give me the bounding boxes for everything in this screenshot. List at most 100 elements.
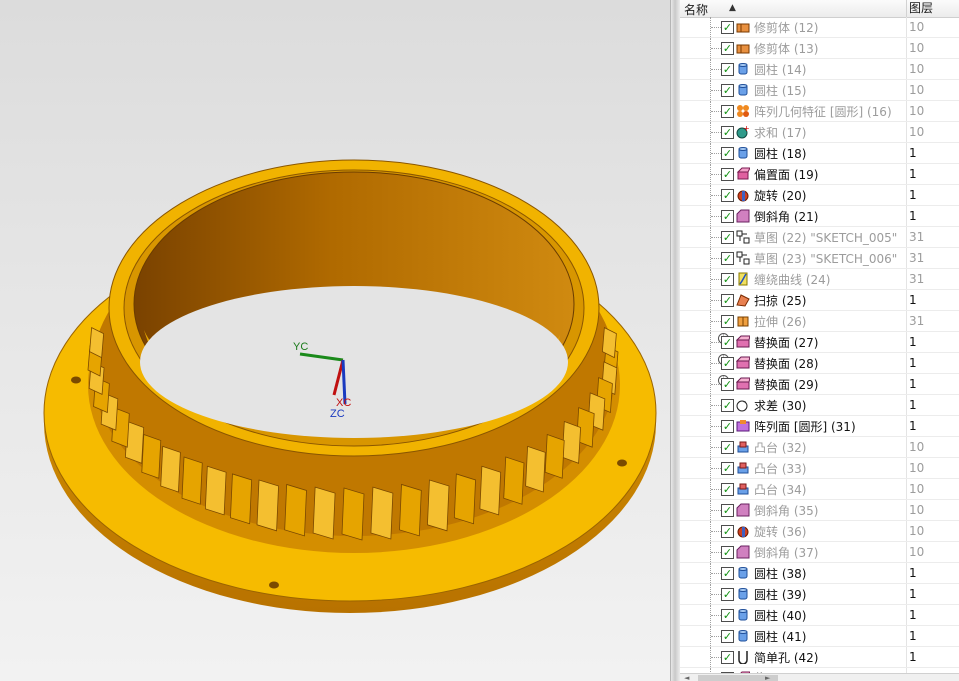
visibility-checkbox[interactable]: ✓ <box>721 273 734 286</box>
feature-layer: 10 <box>906 500 924 520</box>
visibility-checkbox[interactable]: ✓ <box>721 378 734 391</box>
feature-row[interactable]: ✓ 圆柱 (40) 1 <box>680 605 959 626</box>
gear-tooth <box>230 473 253 525</box>
feature-row[interactable]: ✓ 倒斜角 (37) 10 <box>680 542 959 563</box>
feature-row[interactable]: ✓ 阵列面 [圆形] (31) 1 <box>680 416 959 437</box>
feature-row[interactable]: ✓ 缠绕曲线 (24) 31 <box>680 269 959 290</box>
visibility-checkbox[interactable]: ✓ <box>721 189 734 202</box>
boss-icon <box>737 483 749 495</box>
feature-row[interactable]: i✓替换面 (27)1 <box>680 332 959 353</box>
feature-row[interactable]: ✓ 圆柱 (38) 1 <box>680 563 959 584</box>
feature-layer: 10 <box>906 479 924 499</box>
feature-row[interactable]: ✓ 圆柱 (15) 10 <box>680 80 959 101</box>
visibility-checkbox[interactable]: ✓ <box>721 525 734 538</box>
visibility-checkbox[interactable]: ✓ <box>721 147 734 160</box>
visibility-checkbox[interactable]: ✓ <box>721 630 734 643</box>
visibility-checkbox[interactable]: ✓ <box>721 462 734 475</box>
feature-row[interactable]: ✓ - 求差 (30) 1 <box>680 395 959 416</box>
visibility-checkbox[interactable]: ✓ <box>721 399 734 412</box>
visibility-checkbox[interactable]: ✓ <box>721 504 734 517</box>
feature-row[interactable]: ✓ 修剪体 (12) 10 <box>680 17 959 38</box>
feature-row[interactable]: i✓替换面 (29)1 <box>680 374 959 395</box>
feature-row[interactable]: ✓ 旋转 (20) 1 <box>680 185 959 206</box>
feature-layer: 31 <box>906 227 924 247</box>
tree-connector <box>710 584 721 604</box>
feature-row[interactable]: ✓ 倒斜角 (35) 10 <box>680 500 959 521</box>
feature-layer: 1 <box>906 374 917 394</box>
tree-connector <box>710 269 721 289</box>
tree-connector <box>710 17 721 37</box>
scroll-left-icon[interactable]: ◄ <box>684 674 689 681</box>
feature-row[interactable]: i✓替换面 (28)1 <box>680 353 959 374</box>
graphics-viewport[interactable]: YC XC ZC <box>0 0 670 681</box>
visibility-checkbox[interactable]: ✓ <box>721 588 734 601</box>
visibility-checkbox[interactable]: ✓ <box>721 336 734 349</box>
feature-layer: 1 <box>906 605 917 625</box>
visibility-checkbox[interactable]: ✓ <box>721 168 734 181</box>
feature-row[interactable]: ✓ 凸台 (34) 10 <box>680 479 959 500</box>
feature-label: 圆柱 (38) <box>754 567 807 581</box>
feature-row[interactable]: ✓ 圆柱 (41) 1 <box>680 626 959 647</box>
feature-row[interactable]: ✓ 阵列几何特征 [圆形] (16) 10 <box>680 101 959 122</box>
cylinder-icon <box>738 147 748 159</box>
feature-label: 拉伸 (26) <box>754 315 807 329</box>
feature-layer: 1 <box>906 290 917 310</box>
feature-row[interactable]: ✓ 凸台 (32) 10 <box>680 437 959 458</box>
feature-layer: 31 <box>906 311 924 331</box>
feature-row[interactable]: ✓ 圆柱 (39) 1 <box>680 584 959 605</box>
column-header-layer[interactable]: 图层 <box>906 0 933 17</box>
tree-connector <box>710 185 721 205</box>
visibility-checkbox[interactable]: ✓ <box>721 21 734 34</box>
visibility-checkbox[interactable]: ✓ <box>721 420 734 433</box>
feature-row[interactable]: ✓ 拉伸 (26) 31 <box>680 311 959 332</box>
visibility-checkbox[interactable]: ✓ <box>721 231 734 244</box>
visibility-checkbox[interactable]: ✓ <box>721 84 734 97</box>
feature-row[interactable]: ✓ 圆柱 (14) 10 <box>680 59 959 80</box>
feature-layer: 10 <box>906 521 924 541</box>
feature-layer: 1 <box>906 395 917 415</box>
feature-layer: 1 <box>906 416 917 436</box>
visibility-checkbox[interactable]: ✓ <box>721 294 734 307</box>
feature-row[interactable]: ✓ 简单孔 (42) 1 <box>680 647 959 668</box>
horizontal-scrollbar[interactable]: ◄ ► <box>680 673 959 681</box>
feature-row[interactable]: ✓ 修剪体 (13) 10 <box>680 38 959 59</box>
feature-row[interactable]: ✓ 倒斜角 (21) 1 <box>680 206 959 227</box>
visibility-checkbox[interactable]: ✓ <box>721 252 734 265</box>
feature-layer: 10 <box>906 122 924 142</box>
tree-connector <box>710 437 721 457</box>
visibility-checkbox[interactable]: ✓ <box>721 42 734 55</box>
visibility-checkbox[interactable]: ✓ <box>721 441 734 454</box>
unite-icon: + <box>736 125 750 139</box>
feature-label: 阵列面 [圆形] (31) <box>754 420 856 434</box>
visibility-checkbox[interactable]: ✓ <box>721 63 734 76</box>
visibility-checkbox[interactable]: ✓ <box>721 651 734 664</box>
replace-face-icon <box>736 356 750 369</box>
feature-row[interactable]: ✓ 草图 (22) "SKETCH_005" 31 <box>680 227 959 248</box>
visibility-checkbox[interactable]: ✓ <box>721 609 734 622</box>
gear-tooth <box>544 433 565 479</box>
visibility-checkbox[interactable]: ✓ <box>721 315 734 328</box>
visibility-checkbox[interactable]: ✓ <box>721 567 734 580</box>
feature-row[interactable]: ✓ 圆柱 (18) 1 <box>680 143 959 164</box>
tree-connector <box>710 500 721 520</box>
tree-connector <box>710 206 721 226</box>
column-header-name[interactable]: 名称 <box>684 1 708 18</box>
visibility-checkbox[interactable]: ✓ <box>721 210 734 223</box>
scroll-right-icon[interactable]: ► <box>765 674 770 681</box>
visibility-checkbox[interactable]: ✓ <box>721 546 734 559</box>
visibility-checkbox[interactable]: ✓ <box>721 105 734 118</box>
feature-row[interactable]: ✓ 扫掠 (25) 1 <box>680 290 959 311</box>
visibility-checkbox[interactable]: ✓ <box>721 357 734 370</box>
revolve-icon <box>737 526 749 538</box>
gear-tooth <box>561 420 581 464</box>
feature-row[interactable]: ✓ + 求和 (17) 10 <box>680 122 959 143</box>
feature-row[interactable]: ✓ 旋转 (36) 10 <box>680 521 959 542</box>
visibility-checkbox[interactable]: ✓ <box>721 126 734 139</box>
feature-layer: 1 <box>906 143 917 163</box>
feature-row[interactable]: ✓ 草图 (23) "SKETCH_006" 31 <box>680 248 959 269</box>
visibility-checkbox[interactable]: ✓ <box>721 483 734 496</box>
feature-row[interactable]: ✓ 偏置面 (19) 1 <box>680 164 959 185</box>
feature-label: 凸台 (34) <box>754 483 807 497</box>
feature-layer: 10 <box>906 101 924 121</box>
feature-row[interactable]: ✓ 凸台 (33) 10 <box>680 458 959 479</box>
